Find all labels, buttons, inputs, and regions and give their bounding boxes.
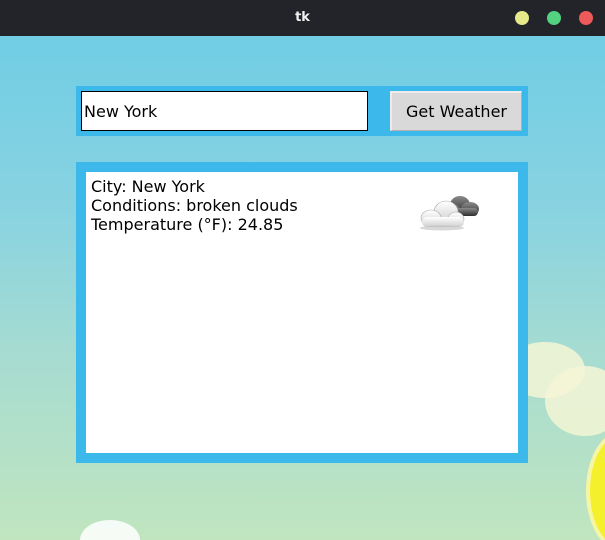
city-input[interactable] xyxy=(80,90,369,132)
broken-clouds-icon xyxy=(420,196,479,231)
search-bar: Get Weather xyxy=(76,86,528,136)
close-button[interactable] xyxy=(579,11,593,25)
background-cloud-bottom xyxy=(80,520,140,540)
weather-result-panel: City: New York Conditions: broken clouds… xyxy=(86,172,518,453)
app-background: Get Weather City: New York Conditions: b… xyxy=(0,36,605,540)
title-bar[interactable]: tk xyxy=(0,0,605,36)
result-frame: City: New York Conditions: broken clouds… xyxy=(76,162,528,463)
get-weather-button[interactable]: Get Weather xyxy=(390,91,522,131)
maximize-button[interactable] xyxy=(547,11,561,25)
city-label: City: New York xyxy=(91,177,205,196)
minimize-button[interactable] xyxy=(515,11,529,25)
temperature-label: Temperature (°F): 24.85 xyxy=(91,215,284,234)
app-window: tk Get Weather City: New York Conditions… xyxy=(0,0,605,540)
conditions-label: Conditions: broken clouds xyxy=(91,196,298,215)
sun-decoration xyxy=(590,436,605,540)
